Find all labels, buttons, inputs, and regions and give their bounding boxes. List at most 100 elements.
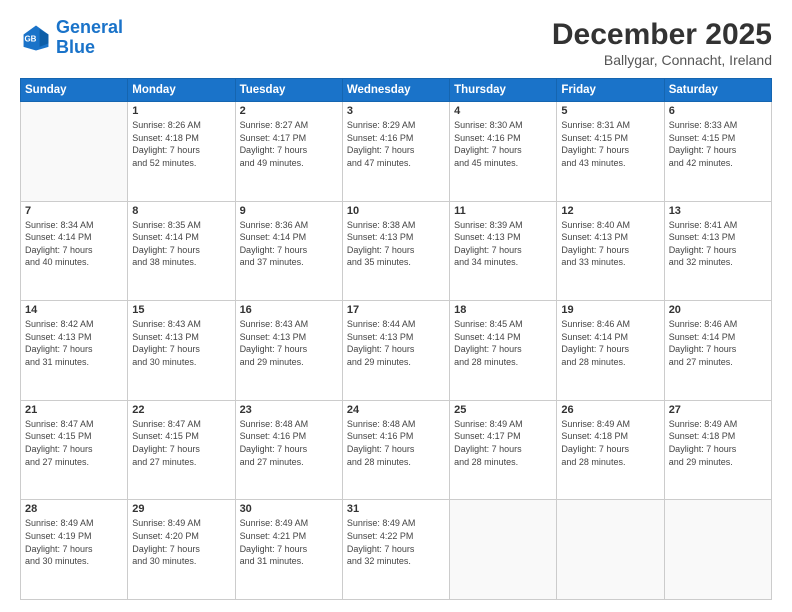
calendar-header-monday: Monday xyxy=(128,79,235,102)
day-info: Sunrise: 8:38 AMSunset: 4:13 PMDaylight:… xyxy=(347,219,445,269)
calendar-row-0: 1 Sunrise: 8:26 AMSunset: 4:18 PMDaylight… xyxy=(21,102,772,202)
day-number: 23 xyxy=(240,404,338,416)
day-info: Sunrise: 8:42 AMSunset: 4:13 PMDaylight:… xyxy=(25,318,123,368)
calendar-cell: 7Sunrise: 8:34 AMSunset: 4:14 PMDaylight… xyxy=(21,201,128,301)
day-info: Sunrise: 8:49 AMSunset: 4:22 PMDaylight:… xyxy=(347,517,445,567)
day-number: 6 xyxy=(669,105,767,117)
calendar-cell: 27 Sunrise: 8:49 AMSunset: 4:18 PMDayligh… xyxy=(664,400,771,500)
calendar-header-thursday: Thursday xyxy=(450,79,557,102)
day-info: Sunrise: 8:46 AMSunset: 4:14 PMDaylight:… xyxy=(669,318,767,368)
calendar-header-tuesday: Tuesday xyxy=(235,79,342,102)
calendar-cell: 14 Sunrise: 8:42 AMSunset: 4:13 PMDayligh… xyxy=(21,301,128,401)
day-info: Sunrise: 8:29 AMSunset: 4:16 PMDaylight:… xyxy=(347,119,445,169)
day-number: 11 xyxy=(454,205,552,217)
calendar-cell: 6 Sunrise: 8:33 AMSunset: 4:15 PMDaylight… xyxy=(664,102,771,202)
logo-icon: GB xyxy=(20,22,52,54)
logo-line1: General xyxy=(56,17,123,37)
day-number: 1 xyxy=(132,105,230,117)
day-info: Sunrise: 8:27 AMSunset: 4:17 PMDaylight:… xyxy=(240,119,338,169)
logo-text: General Blue xyxy=(56,18,123,58)
calendar-cell: 23 Sunrise: 8:48 AMSunset: 4:16 PMDayligh… xyxy=(235,400,342,500)
day-number: 10 xyxy=(347,205,445,217)
calendar-cell: 30 Sunrise: 8:49 AMSunset: 4:21 PMDayligh… xyxy=(235,500,342,600)
day-number: 30 xyxy=(240,503,338,515)
calendar-row-2: 14 Sunrise: 8:42 AMSunset: 4:13 PMDayligh… xyxy=(21,301,772,401)
day-info: Sunrise: 8:43 AMSunset: 4:13 PMDaylight:… xyxy=(240,318,338,368)
day-number: 20 xyxy=(669,304,767,316)
calendar-cell: 15Sunrise: 8:43 AMSunset: 4:13 PMDayligh… xyxy=(128,301,235,401)
calendar-cell: 4Sunrise: 8:30 AMSunset: 4:16 PMDaylight… xyxy=(450,102,557,202)
day-info: Sunrise: 8:46 AMSunset: 4:14 PMDaylight:… xyxy=(561,318,659,368)
day-number: 8 xyxy=(132,205,230,217)
calendar-cell: 9Sunrise: 8:36 AMSunset: 4:14 PMDaylight… xyxy=(235,201,342,301)
calendar-cell xyxy=(450,500,557,600)
calendar-cell: 24Sunrise: 8:48 AMSunset: 4:16 PMDayligh… xyxy=(342,400,449,500)
day-number: 16 xyxy=(240,304,338,316)
day-number: 26 xyxy=(561,404,659,416)
day-info: Sunrise: 8:48 AMSunset: 4:16 PMDaylight:… xyxy=(240,418,338,468)
calendar-header-row: SundayMondayTuesdayWednesdayThursdayFrid… xyxy=(21,79,772,102)
day-info: Sunrise: 8:34 AMSunset: 4:14 PMDaylight:… xyxy=(25,219,123,269)
day-info: Sunrise: 8:36 AMSunset: 4:14 PMDaylight:… xyxy=(240,219,338,269)
day-info: Sunrise: 8:49 AMSunset: 4:20 PMDaylight:… xyxy=(132,517,230,567)
day-info: Sunrise: 8:40 AMSunset: 4:13 PMDaylight:… xyxy=(561,219,659,269)
day-number: 14 xyxy=(25,304,123,316)
calendar-cell: 31 Sunrise: 8:49 AMSunset: 4:22 PMDayligh… xyxy=(342,500,449,600)
sub-title: Ballygar, Connacht, Ireland xyxy=(552,52,772,68)
day-number: 5 xyxy=(561,105,659,117)
calendar-cell: 11 Sunrise: 8:39 AMSunset: 4:13 PMDayligh… xyxy=(450,201,557,301)
calendar-cell: 26 Sunrise: 8:49 AMSunset: 4:18 PMDayligh… xyxy=(557,400,664,500)
calendar-cell: 13Sunrise: 8:41 AMSunset: 4:13 PMDayligh… xyxy=(664,201,771,301)
day-number: 25 xyxy=(454,404,552,416)
calendar-cell: 5 Sunrise: 8:31 AMSunset: 4:15 PMDaylight… xyxy=(557,102,664,202)
day-number: 29 xyxy=(132,503,230,515)
day-number: 19 xyxy=(561,304,659,316)
day-info: Sunrise: 8:48 AMSunset: 4:16 PMDaylight:… xyxy=(347,418,445,468)
calendar-row-4: 28Sunrise: 8:49 AMSunset: 4:19 PMDayligh… xyxy=(21,500,772,600)
calendar-cell: 1 Sunrise: 8:26 AMSunset: 4:18 PMDaylight… xyxy=(128,102,235,202)
calendar-cell xyxy=(664,500,771,600)
day-info: Sunrise: 8:35 AMSunset: 4:14 PMDaylight:… xyxy=(132,219,230,269)
calendar-row-1: 7Sunrise: 8:34 AMSunset: 4:14 PMDaylight… xyxy=(21,201,772,301)
day-info: Sunrise: 8:49 AMSunset: 4:18 PMDaylight:… xyxy=(669,418,767,468)
day-info: Sunrise: 8:47 AMSunset: 4:15 PMDaylight:… xyxy=(132,418,230,468)
calendar-row-3: 21 Sunrise: 8:47 AMSunset: 4:15 PMDayligh… xyxy=(21,400,772,500)
calendar-cell: 25 Sunrise: 8:49 AMSunset: 4:17 PMDayligh… xyxy=(450,400,557,500)
calendar-cell: 18Sunrise: 8:45 AMSunset: 4:14 PMDayligh… xyxy=(450,301,557,401)
day-info: Sunrise: 8:49 AMSunset: 4:21 PMDaylight:… xyxy=(240,517,338,567)
day-info: Sunrise: 8:33 AMSunset: 4:15 PMDaylight:… xyxy=(669,119,767,169)
day-number: 12 xyxy=(561,205,659,217)
day-info: Sunrise: 8:26 AMSunset: 4:18 PMDaylight:… xyxy=(132,119,230,169)
header: GB General Blue December 2025 Ballygar, … xyxy=(20,18,772,68)
day-info: Sunrise: 8:31 AMSunset: 4:15 PMDaylight:… xyxy=(561,119,659,169)
day-info: Sunrise: 8:39 AMSunset: 4:13 PMDaylight:… xyxy=(454,219,552,269)
svg-text:GB: GB xyxy=(24,34,36,43)
day-info: Sunrise: 8:47 AMSunset: 4:15 PMDaylight:… xyxy=(25,418,123,468)
day-number: 13 xyxy=(669,205,767,217)
title-block: December 2025 Ballygar, Connacht, Irelan… xyxy=(552,18,772,68)
calendar-cell: 8 Sunrise: 8:35 AMSunset: 4:14 PMDaylight… xyxy=(128,201,235,301)
calendar-cell: 17 Sunrise: 8:44 AMSunset: 4:13 PMDayligh… xyxy=(342,301,449,401)
calendar-cell: 20 Sunrise: 8:46 AMSunset: 4:14 PMDayligh… xyxy=(664,301,771,401)
day-number: 21 xyxy=(25,404,123,416)
day-number: 17 xyxy=(347,304,445,316)
calendar-cell: 2Sunrise: 8:27 AMSunset: 4:17 PMDaylight… xyxy=(235,102,342,202)
day-number: 31 xyxy=(347,503,445,515)
calendar-header-sunday: Sunday xyxy=(21,79,128,102)
day-number: 22 xyxy=(132,404,230,416)
calendar-cell: 28Sunrise: 8:49 AMSunset: 4:19 PMDayligh… xyxy=(21,500,128,600)
day-number: 27 xyxy=(669,404,767,416)
day-info: Sunrise: 8:49 AMSunset: 4:18 PMDaylight:… xyxy=(561,418,659,468)
calendar-header-friday: Friday xyxy=(557,79,664,102)
logo-line2: Blue xyxy=(56,37,95,57)
logo: GB General Blue xyxy=(20,18,123,58)
calendar-cell: 3Sunrise: 8:29 AMSunset: 4:16 PMDaylight… xyxy=(342,102,449,202)
day-info: Sunrise: 8:49 AMSunset: 4:19 PMDaylight:… xyxy=(25,517,123,567)
calendar-cell: 29 Sunrise: 8:49 AMSunset: 4:20 PMDayligh… xyxy=(128,500,235,600)
day-info: Sunrise: 8:43 AMSunset: 4:13 PMDaylight:… xyxy=(132,318,230,368)
main-title: December 2025 xyxy=(552,18,772,52)
calendar-cell xyxy=(21,102,128,202)
day-info: Sunrise: 8:49 AMSunset: 4:17 PMDaylight:… xyxy=(454,418,552,468)
day-info: Sunrise: 8:44 AMSunset: 4:13 PMDaylight:… xyxy=(347,318,445,368)
calendar-cell: 12 Sunrise: 8:40 AMSunset: 4:13 PMDayligh… xyxy=(557,201,664,301)
